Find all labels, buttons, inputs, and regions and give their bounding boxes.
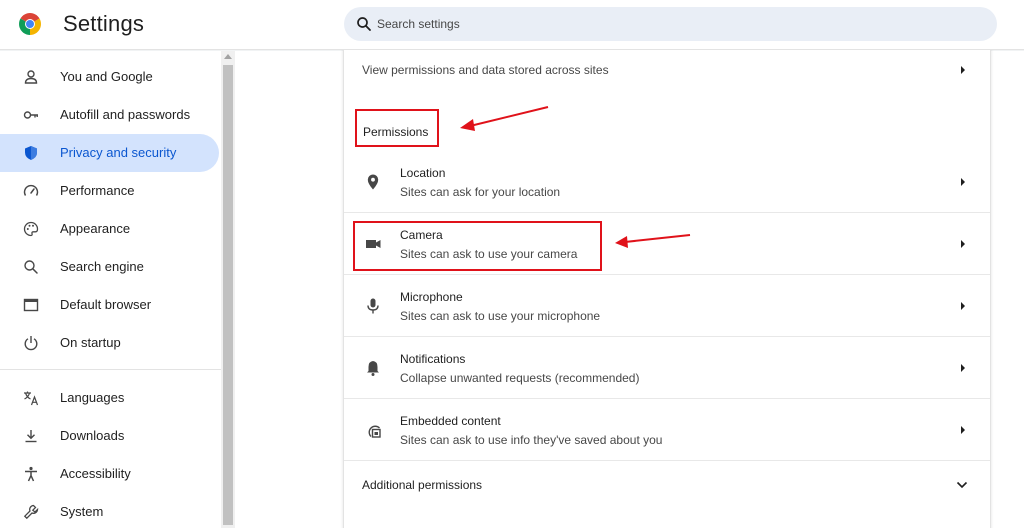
sidebar-item-label: Privacy and security (60, 145, 177, 160)
sidebar-item-label: Languages (60, 390, 125, 405)
sidebar-item-system[interactable]: System (0, 493, 219, 528)
chevron-right-icon (961, 364, 965, 372)
person-icon (24, 70, 38, 84)
shield-icon (25, 146, 37, 160)
search-bar[interactable] (344, 7, 997, 41)
chevron-right-icon (961, 240, 965, 248)
annotation-box-permissions (355, 109, 439, 147)
sidebar-item-label: Accessibility (60, 466, 131, 481)
key-icon (23, 111, 38, 119)
sidebar-item-label: Appearance (60, 221, 131, 236)
sidebar-item-downloads[interactable]: Downloads (0, 417, 219, 455)
sidebar-divider (0, 369, 221, 370)
privacy-settings-card: View permissions and data stored across … (343, 46, 991, 528)
sidebar-item-label: Performance (60, 183, 135, 198)
permission-row-embedded-content[interactable]: Embedded content Sites can ask to use in… (344, 399, 990, 461)
sidebar-item-accessibility[interactable]: Accessibility (0, 455, 219, 493)
sidebar-item-languages[interactable]: Languages (0, 379, 219, 417)
permission-title: Location (400, 166, 446, 180)
microphone-icon (367, 298, 379, 314)
chevron-right-icon (961, 66, 965, 74)
location-pin-icon (367, 174, 379, 190)
permission-subtitle: Sites can ask to use your microphone (400, 309, 601, 323)
sidebar-item-label: You and Google (60, 69, 153, 84)
permission-title: Embedded content (400, 414, 501, 428)
sidebar-item-performance[interactable]: Performance (0, 172, 219, 210)
sidebar-item-label: On startup (60, 335, 121, 350)
search-icon (357, 17, 371, 31)
chevron-down-icon (956, 481, 968, 489)
search-icon (24, 260, 38, 274)
search-input[interactable] (377, 7, 977, 41)
header: Settings (0, 0, 1024, 50)
view-permissions-label: View permissions and data stored across … (362, 63, 609, 77)
sidebar-scrollbar[interactable] (221, 51, 235, 528)
sidebar-item-label: Autofill and passwords (60, 107, 191, 122)
chevron-right-icon (961, 302, 965, 310)
browser-window-icon (23, 298, 39, 312)
sidebar-item-label: Default browser (60, 297, 152, 312)
wrench-icon (23, 504, 39, 520)
page-title: Settings (63, 11, 145, 36)
permission-row-location[interactable]: Location Sites can ask for your location (344, 151, 990, 213)
sidebar-item-search-engine[interactable]: Search engine (0, 248, 219, 286)
view-permissions-row[interactable]: View permissions and data stored across … (344, 46, 990, 94)
sidebar-item-on-startup[interactable]: On startup (0, 324, 219, 362)
sidebar-item-default-browser[interactable]: Default browser (0, 286, 219, 324)
palette-icon (23, 221, 39, 237)
power-icon (24, 336, 38, 351)
chevron-right-icon (961, 178, 965, 186)
sidebar-item-autofill-and-passwords[interactable]: Autofill and passwords (0, 96, 219, 134)
scroll-thumb[interactable] (223, 65, 233, 525)
chevron-right-icon (961, 426, 965, 434)
chrome-logo-icon (19, 13, 41, 35)
permission-title: Notifications (400, 352, 466, 366)
annotation-box-camera (353, 221, 602, 271)
additional-permissions-label: Additional permissions (362, 478, 483, 492)
additional-permissions-row[interactable]: Additional permissions (344, 461, 990, 507)
settings-app: Settings You and Google Autofill and pas… (0, 0, 1024, 528)
sidebar-item-label: Downloads (60, 428, 125, 443)
embedded-content-icon (368, 425, 381, 438)
sidebar-item-you-and-google[interactable]: You and Google (0, 58, 219, 96)
accessibility-icon (25, 466, 37, 482)
speedometer-icon (23, 184, 39, 196)
sidebar-item-label: System (60, 504, 104, 519)
permission-title: Microphone (400, 290, 463, 304)
translate-icon (24, 391, 39, 406)
permission-subtitle: Collapse unwanted requests (recommended) (400, 371, 640, 385)
sidebar: You and Google Autofill and passwords Pr… (0, 51, 221, 528)
permission-row-notifications[interactable]: Notifications Collapse unwanted requests… (344, 337, 990, 399)
download-icon (25, 430, 37, 443)
permission-subtitle: Sites can ask for your location (400, 185, 561, 199)
permission-subtitle: Sites can ask to use info they've saved … (400, 433, 663, 447)
permission-row-microphone[interactable]: Microphone Sites can ask to use your mic… (344, 275, 990, 337)
sidebar-item-appearance[interactable]: Appearance (0, 210, 219, 248)
sidebar-item-privacy-and-security[interactable]: Privacy and security (0, 134, 219, 172)
scroll-up-arrow-icon[interactable] (224, 54, 232, 59)
bell-icon (367, 361, 379, 376)
sidebar-item-label: Search engine (60, 259, 144, 274)
